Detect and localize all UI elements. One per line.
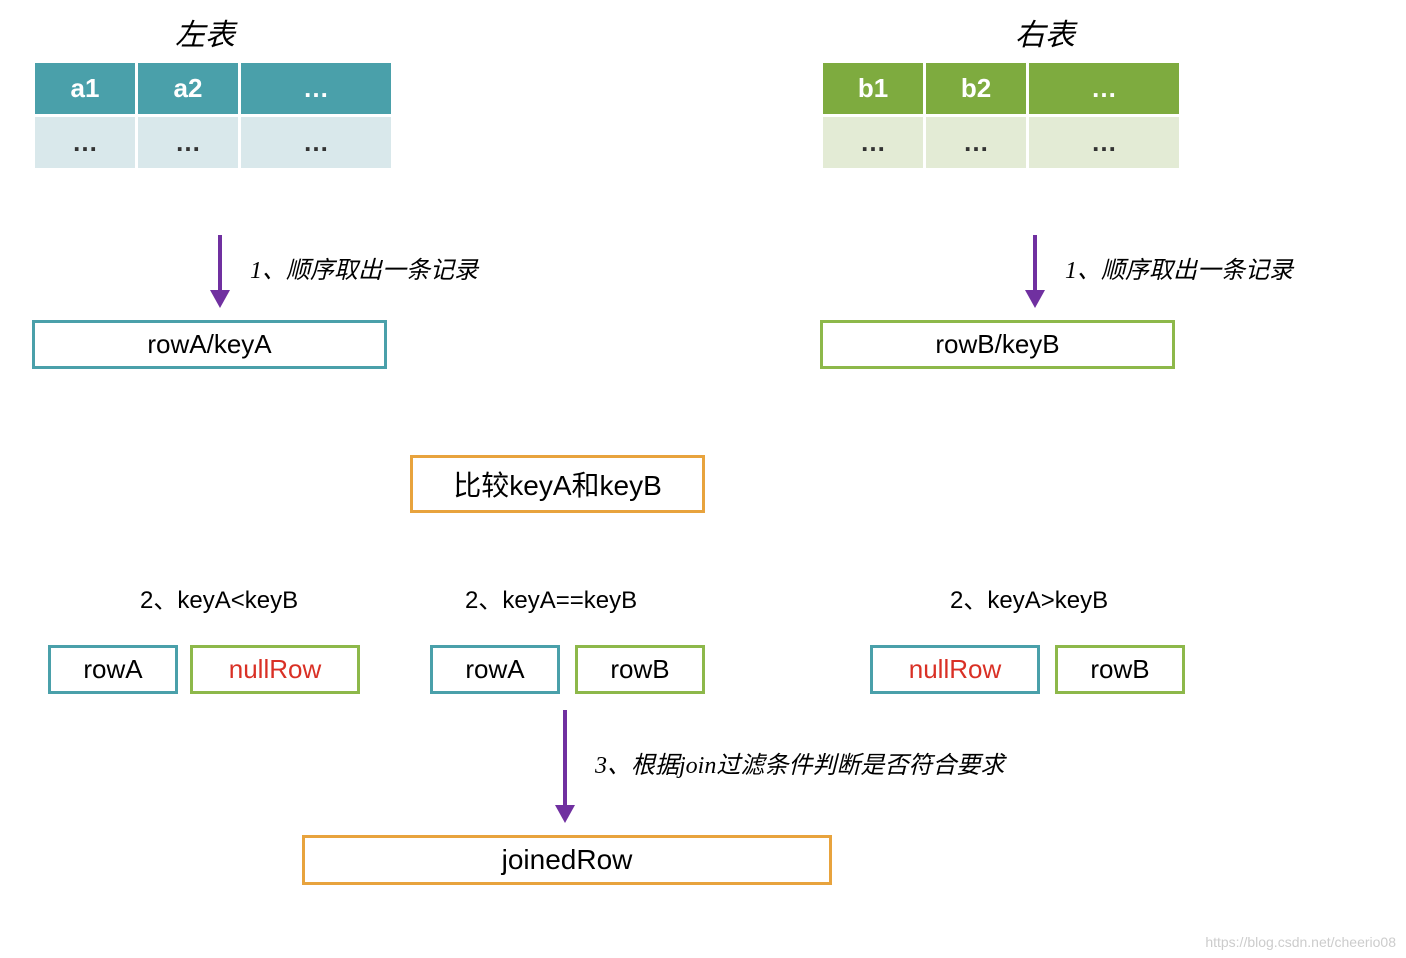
step-2-gt-label: 2、keyA>keyB — [950, 580, 1108, 615]
left-table-header-a1: a1 — [35, 63, 135, 114]
left-table-cell: … — [35, 117, 135, 168]
left-table-cell: … — [241, 117, 391, 168]
watermark-text: https://blog.csdn.net/cheerio08 — [1205, 934, 1396, 950]
step-3-label: 3、根据join过滤条件判断是否符合要求 — [595, 745, 1004, 780]
left-table-header-more: … — [241, 63, 391, 114]
left-table-cell: … — [138, 117, 238, 168]
rowB-box: rowB — [575, 645, 705, 694]
step-1-right-label: 1、顺序取出一条记录 — [1065, 250, 1293, 285]
right-table-cell: … — [823, 117, 923, 168]
nullRow-box: nullRow — [190, 645, 360, 694]
arrow-icon — [1025, 235, 1045, 308]
right-table-title: 右表 — [1015, 10, 1075, 54]
left-table-header-a2: a2 — [138, 63, 238, 114]
step-2-eq-label: 2、keyA==keyB — [465, 580, 637, 615]
left-table-title: 左表 — [175, 10, 235, 54]
right-table: b1 b2 … … … … — [820, 60, 1182, 171]
step-1-left-label: 1、顺序取出一条记录 — [250, 250, 478, 285]
arrow-icon — [210, 235, 230, 308]
rowA-keyA-box: rowA/keyA — [32, 320, 387, 369]
rowA-box: rowA — [430, 645, 560, 694]
left-table: a1 a2 … … … … — [32, 60, 394, 171]
right-table-header-b2: b2 — [926, 63, 1026, 114]
rowB-keyB-box: rowB/keyB — [820, 320, 1175, 369]
compare-box: 比较keyA和keyB — [410, 455, 705, 513]
right-table-header-more: … — [1029, 63, 1179, 114]
rowB-box: rowB — [1055, 645, 1185, 694]
rowA-box: rowA — [48, 645, 178, 694]
right-table-header-b1: b1 — [823, 63, 923, 114]
right-table-cell: … — [1029, 117, 1179, 168]
arrow-icon — [555, 710, 575, 823]
nullRow-box: nullRow — [870, 645, 1040, 694]
joinedRow-box: joinedRow — [302, 835, 832, 885]
right-table-cell: … — [926, 117, 1026, 168]
step-2-lt-label: 2、keyA<keyB — [140, 580, 298, 615]
